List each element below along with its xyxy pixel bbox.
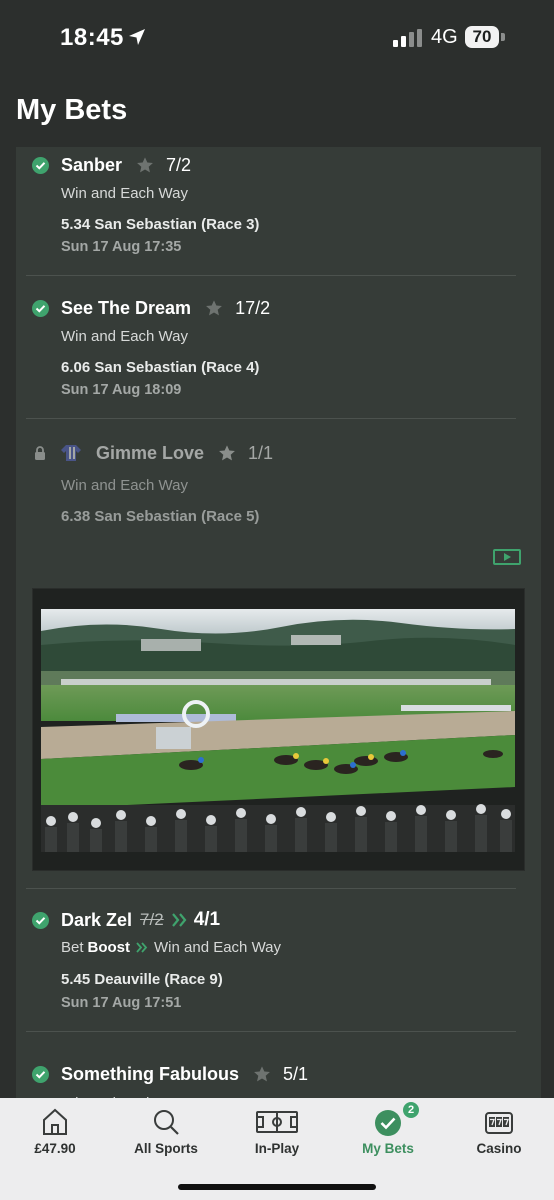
- lock-icon: [35, 446, 45, 460]
- selection-name: See The Dream: [61, 297, 192, 318]
- divider: [26, 888, 516, 889]
- signal-icon: [393, 29, 422, 47]
- check-icon: [32, 911, 49, 929]
- divider: [26, 1031, 516, 1032]
- status-time: 18:45: [60, 24, 124, 51]
- battery-tip: [501, 33, 505, 41]
- boost-arrows-icon: [171, 913, 187, 927]
- bets-count-badge: 2: [403, 1102, 419, 1118]
- event-name: 6.06 San Sebastian (Race 4): [61, 359, 260, 376]
- boosted-odds: 4/1: [193, 909, 221, 930]
- divider: [26, 275, 516, 276]
- boost-row: Bet Boost Win and Each Way: [61, 939, 281, 956]
- star-icon[interactable]: [136, 156, 154, 174]
- tab-casino[interactable]: Casino: [444, 1098, 554, 1178]
- selection-name: Gimme Love: [96, 442, 205, 463]
- tab-in-play[interactable]: In-Play: [222, 1098, 332, 1178]
- selection-row: Dark Zel 7/2 4/1: [26, 907, 220, 933]
- event-name: 6.38 San Sebastian (Race 5): [61, 508, 260, 525]
- divider: [26, 418, 516, 419]
- check-circle-icon: [375, 1110, 401, 1136]
- selection-name: Sanber: [61, 154, 123, 175]
- tab-label: All Sports: [134, 1141, 198, 1156]
- boost-prefix: Bet: [61, 939, 84, 956]
- live-stream-button[interactable]: [493, 549, 521, 565]
- home-indicator: [178, 1184, 376, 1190]
- selection-name: Dark Zel: [61, 909, 133, 930]
- tab-label: £47.90: [34, 1141, 76, 1156]
- odds: 17/2: [235, 297, 271, 318]
- selection-row: See The Dream 17/2: [26, 295, 270, 321]
- market-label: Win and Each Way: [61, 477, 188, 494]
- location-arrow-icon: [129, 29, 145, 45]
- slot-machine-icon: [485, 1112, 513, 1134]
- tab-label: My Bets: [362, 1141, 414, 1156]
- event-time: Sun 17 Aug 17:35: [61, 239, 182, 255]
- event-name: 5.45 Deauville (Race 9): [61, 971, 223, 988]
- market-label: Win and Each Way: [154, 939, 282, 956]
- boost-label: Boost: [87, 939, 131, 956]
- network-label: 4G: [431, 26, 458, 48]
- selection-row: Something Fabulous 5/1: [26, 1061, 308, 1087]
- tab-label: Casino: [476, 1141, 522, 1156]
- odds: 5/1: [283, 1063, 309, 1084]
- status-bar: 18:45 4G 70: [0, 0, 554, 76]
- check-icon: [32, 299, 49, 317]
- original-odds: 7/2: [140, 910, 164, 929]
- market-label: Win and Each Way: [61, 328, 188, 345]
- pitch-icon: [256, 1111, 298, 1133]
- odds: 7/2: [166, 154, 192, 175]
- selection-name: Something Fabulous: [61, 1063, 239, 1084]
- tab-label: In-Play: [254, 1141, 300, 1156]
- odds: 1/1: [248, 442, 274, 463]
- event-time: Sun 17 Aug 18:09: [61, 382, 182, 398]
- bets-list[interactable]: Sanber 7/2 Win and Each Way 5.34 San Seb…: [16, 147, 541, 1107]
- play-icon: [504, 553, 511, 561]
- check-icon: [32, 1065, 49, 1083]
- page-title: My Bets: [16, 94, 128, 126]
- selection-row: Sanber 7/2: [26, 152, 191, 178]
- video-player[interactable]: [32, 588, 525, 871]
- boost-chevrons-icon: [136, 942, 148, 953]
- battery-indicator: 70: [465, 26, 499, 48]
- tab-balance[interactable]: £47.90: [0, 1098, 110, 1178]
- home-icon: [43, 1108, 67, 1135]
- jockey-silks-icon: [61, 445, 81, 461]
- star-icon[interactable]: [253, 1065, 271, 1083]
- race-video-stream[interactable]: [41, 609, 515, 852]
- selection-row: Gimme Love 1/1: [26, 440, 273, 466]
- search-icon: [154, 1110, 179, 1135]
- star-icon[interactable]: [205, 299, 223, 317]
- race-video-frame: [41, 609, 515, 852]
- tab-my-bets[interactable]: 2 My Bets: [333, 1098, 443, 1178]
- event-name: 5.34 San Sebastian (Race 3): [61, 216, 260, 233]
- event-time: Sun 17 Aug 17:51: [61, 995, 182, 1011]
- market-label: Win and Each Way: [61, 185, 188, 202]
- check-icon: [32, 156, 49, 174]
- star-icon[interactable]: [218, 444, 236, 462]
- tab-all-sports[interactable]: All Sports: [111, 1098, 221, 1178]
